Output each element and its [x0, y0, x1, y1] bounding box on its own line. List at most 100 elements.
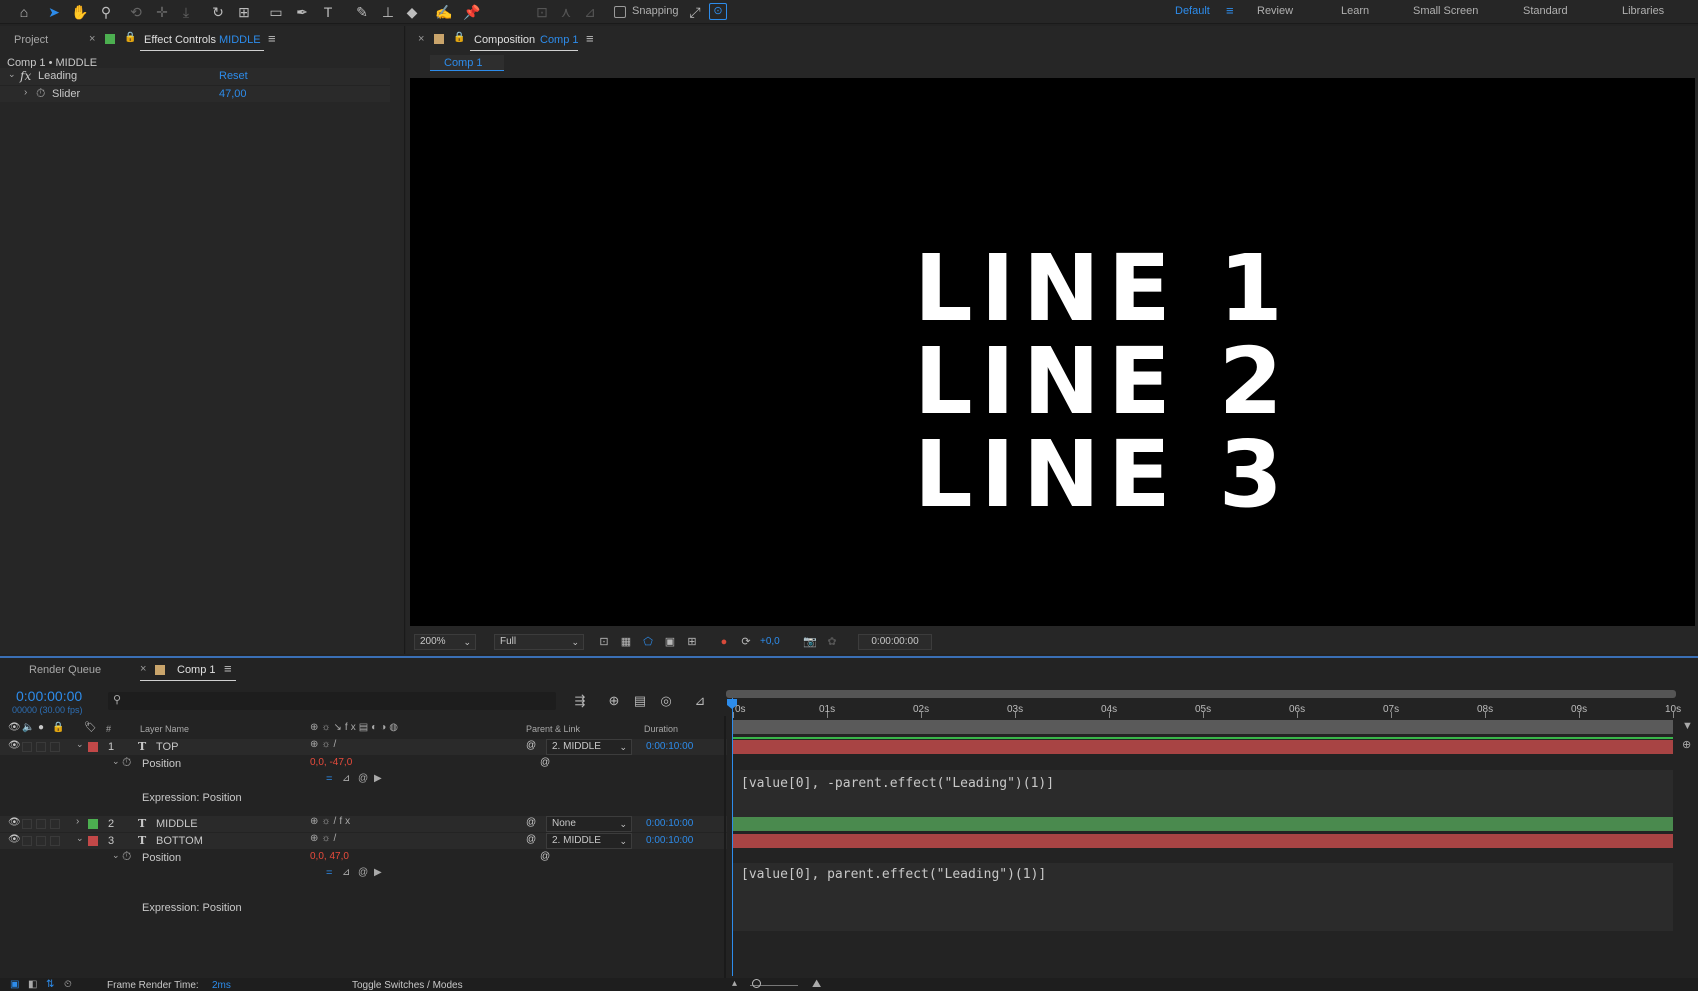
parent-dropdown[interactable]: None ⌄ [546, 816, 632, 832]
expression-pickwhip-icon[interactable]: @ [358, 867, 368, 878]
pick-whip-icon[interactable]: @ [526, 817, 536, 828]
parent-dropdown[interactable]: 2. MIDDLE ⌄ [546, 739, 632, 755]
layer-duration[interactable]: 0:00:10:00 [646, 835, 693, 846]
tab-timeline-comp[interactable]: Comp 1 [177, 664, 216, 676]
layer-duration[interactable]: 0:00:10:00 [646, 818, 693, 829]
comp-subtab[interactable]: Comp 1 [430, 55, 504, 71]
hand-tool-icon[interactable]: ✋ [70, 3, 90, 21]
enable-expression-icon[interactable]: = [326, 867, 332, 879]
current-time-display[interactable]: 0:00:00:00 [858, 634, 932, 650]
region-of-interest-icon[interactable]: ▣ [662, 634, 678, 650]
eye-icon[interactable]: 👁 [8, 740, 21, 751]
transfer-controls-toggle-icon[interactable]: ◧ [28, 979, 37, 990]
expression-pickwhip-icon[interactable]: @ [358, 773, 368, 784]
zoom-in-icon[interactable]: ⛰ [812, 978, 821, 991]
show-snapshot-icon[interactable]: ✿ [824, 634, 840, 650]
type-tool-icon[interactable]: T [318, 3, 338, 21]
zoom-slider-knob[interactable] [752, 979, 761, 988]
effect-row[interactable]: ⌄ fx Leading Reset [0, 68, 390, 85]
chevron-right-icon[interactable]: › [76, 816, 79, 827]
position-row-bottom[interactable]: ⌄ ⏱ Position 0,0, 47,0 @ [0, 849, 727, 866]
eye-icon[interactable]: 👁 [8, 834, 21, 845]
chevron-down-icon[interactable]: ⌄ [112, 756, 120, 767]
expression-language-menu-icon[interactable]: ▶ [374, 773, 382, 784]
lock-icon[interactable]: 🔒 [124, 32, 136, 43]
panel-menu-icon[interactable]: ≡ [586, 31, 594, 46]
draft-3d-icon[interactable]: ⊕ [606, 693, 622, 709]
param-value[interactable]: 47,00 [219, 88, 247, 100]
close-icon[interactable]: × [418, 33, 424, 45]
anchor-point-tool-icon[interactable]: ⊞ [234, 3, 254, 21]
work-area-bar[interactable] [726, 690, 1676, 698]
tab-project[interactable]: Project [14, 34, 48, 46]
layer-switches[interactable]: ⊕☼/ [310, 833, 339, 844]
fast-previews-icon[interactable]: ⊡ [596, 634, 612, 650]
snap-options-icon[interactable]: ⤢ [685, 3, 705, 21]
pick-whip-icon[interactable]: @ [526, 740, 536, 751]
layer-marker-icon[interactable]: ⊕ [1682, 738, 1691, 751]
close-icon[interactable]: × [89, 33, 95, 45]
close-icon[interactable]: × [140, 663, 146, 675]
exposure-value[interactable]: +0,0 [760, 636, 780, 647]
grid-guides-icon[interactable]: ⊞ [684, 634, 700, 650]
rectangle-tool-icon[interactable]: ▭ [266, 3, 286, 21]
hide-shy-layers-icon[interactable]: ▤ [632, 693, 648, 709]
tab-render-queue[interactable]: Render Queue [29, 664, 101, 676]
expression-language-menu-icon[interactable]: ▶ [374, 867, 382, 878]
rotation-tool-icon[interactable]: ↻ [208, 3, 228, 21]
mask-visibility-icon[interactable]: ⬠ [640, 634, 656, 650]
comp-marker-bin-icon[interactable]: ▼ [1682, 720, 1693, 732]
col-layer-name[interactable]: Layer Name [140, 724, 189, 734]
stopwatch-icon[interactable]: ⏱ [122, 849, 131, 864]
workspace-menu-icon[interactable]: ≡ [1226, 3, 1234, 18]
snapping-checkbox[interactable] [614, 6, 626, 18]
expression-code[interactable]: [value[0], -parent.effect("Leading")(1)] [741, 776, 1054, 791]
layer-switches[interactable]: ⊕☼/fx [310, 816, 353, 827]
eye-icon[interactable]: 👁 [8, 817, 21, 828]
layer-search-input[interactable]: ⚲ [108, 692, 556, 710]
dolly-camera-icon[interactable]: ⤓ [176, 3, 196, 21]
selection-tool-icon[interactable]: ➤ [44, 3, 64, 21]
fx-icon[interactable]: fx [20, 69, 31, 83]
pan-camera-icon[interactable]: ✛ [152, 3, 172, 21]
lock-icon[interactable]: 🔒 [453, 32, 465, 43]
snapshot-icon[interactable]: 📷 [802, 634, 818, 650]
layer-switches[interactable]: ⊕☼/ [310, 739, 339, 750]
panel-menu-icon[interactable]: ≡ [224, 661, 232, 676]
stopwatch-icon[interactable]: ⏱ [36, 86, 45, 101]
composition-mini-flowchart-icon[interactable]: ⇶ [572, 693, 588, 709]
expression-graph-icon[interactable]: ⊿ [342, 773, 350, 784]
expression-code[interactable]: [value[0], parent.effect("Leading")(1)] [741, 867, 1046, 882]
align-icon[interactable]: ⊡ [532, 3, 552, 21]
zoom-tool-icon[interactable]: ⚲ [96, 3, 116, 21]
resolution-dropdown[interactable]: Full ⌄ [494, 634, 584, 650]
chevron-down-icon[interactable]: ⌄ [8, 69, 16, 80]
layer-name[interactable]: MIDDLE [156, 818, 198, 830]
brush-tool-icon[interactable]: ✎ [352, 3, 372, 21]
chevron-down-icon[interactable]: ⌄ [112, 850, 120, 861]
layer-bar-bottom[interactable] [733, 834, 1673, 848]
property-value[interactable]: 0,0, 47,0 [310, 851, 349, 862]
reset-exposure-icon[interactable]: ⟳ [738, 634, 754, 650]
layer-bar-middle[interactable] [733, 817, 1673, 831]
roto-brush-tool-icon[interactable]: ✍ [434, 3, 454, 21]
layer-name[interactable]: BOTTOM [156, 835, 203, 847]
workspace-libraries[interactable]: Libraries [1622, 5, 1664, 17]
zoom-out-icon[interactable]: ▴ [732, 978, 737, 989]
clone-stamp-tool-icon[interactable]: ⊥ [378, 3, 398, 21]
layer-label-color[interactable] [88, 819, 98, 829]
current-time[interactable]: 0:00:00:00 [16, 688, 82, 704]
layer-label-color[interactable] [88, 836, 98, 846]
pick-whip-icon[interactable]: @ [540, 851, 550, 862]
property-value[interactable]: 0,0, -47,0 [310, 757, 352, 768]
layer-bar-top[interactable] [733, 740, 1673, 754]
axis-icon[interactable]: ⋏ [556, 3, 576, 21]
layer-name[interactable]: TOP [156, 741, 178, 753]
reset-link[interactable]: Reset [219, 70, 248, 82]
channels-icon[interactable]: ● [716, 634, 732, 650]
frame-blending-icon[interactable]: ◎ [658, 693, 674, 709]
tab-composition-name[interactable]: Comp 1 [540, 34, 579, 46]
workspace-small-screen[interactable]: Small Screen [1413, 5, 1478, 17]
graph-editor-icon[interactable]: ⊿ [692, 693, 708, 709]
snap-target-icon[interactable]: ⊙ [709, 3, 727, 20]
